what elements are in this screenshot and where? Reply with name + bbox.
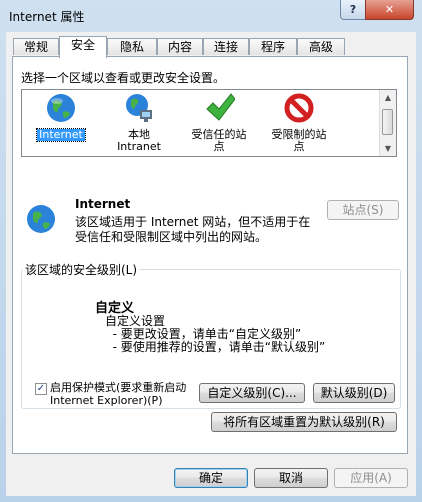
zone-name: Internet — [75, 197, 131, 211]
zone-select-prompt: 选择一个区域以查看或更改安全设置。 — [21, 71, 226, 85]
zone-description: 该区域适用于 Internet 网站，但不适用于在 受信任和受限制区域中列出的网… — [75, 215, 311, 244]
tab-security[interactable]: 安全 — [59, 36, 107, 58]
zone-item-restricted-sites[interactable]: 受限制的站 点 — [262, 92, 336, 153]
zone-list[interactable]: Internet 本地 Intranet 受信任的站 点 受限制的站 点 ▲ ▼ — [21, 89, 397, 157]
intranet-globe-icon — [126, 94, 152, 122]
zone-label: 受限制的站 点 — [271, 128, 327, 153]
protected-mode-label: 启用保护模式(要求重新启动 Internet Explorer)(P) — [50, 381, 187, 407]
zone-label: 受信任的站 点 — [191, 128, 247, 153]
apply-button[interactable]: 应用(A) — [334, 468, 408, 488]
title-bar: Internet 属性 ? ✕ — [0, 0, 422, 32]
zone-item-internet[interactable]: Internet — [24, 92, 98, 142]
tab-programs[interactable]: 程序 — [249, 38, 297, 55]
green-check-icon — [206, 93, 236, 121]
ok-button[interactable]: 确定 — [174, 468, 248, 488]
tab-connections[interactable]: 连接 — [203, 38, 249, 55]
zone-item-local-intranet[interactable]: 本地 Intranet — [102, 92, 176, 153]
security-level-description: 自定义设置 - 要更改设置，请单击“自定义级别” - 要使用推荐的设置，请单击“… — [105, 314, 326, 354]
globe-icon — [27, 205, 55, 233]
zone-list-scrollbar[interactable]: ▲ ▼ — [379, 90, 396, 156]
zone-label: Internet — [36, 128, 86, 142]
tab-content[interactable]: 内容 — [157, 38, 203, 55]
red-prohibited-icon — [284, 93, 314, 123]
tab-advanced[interactable]: 高级 — [297, 38, 345, 55]
zone-item-trusted-sites[interactable]: 受信任的站 点 — [182, 92, 256, 153]
reset-all-zones-button[interactable]: 将所有区域重置为默认级别(R) — [211, 412, 397, 432]
scroll-down-arrow-icon[interactable]: ▼ — [380, 141, 396, 156]
scroll-up-arrow-icon[interactable]: ▲ — [380, 90, 396, 105]
dialog-client-area: 常规 安全 隐私 内容 连接 程序 高级 选择一个区域以查看或更改安全设置。 I… — [6, 32, 416, 496]
custom-level-button[interactable]: 自定义级别(C)... — [199, 383, 305, 403]
security-level-group-title: 该区域的安全级别(L) — [23, 261, 140, 278]
sites-button[interactable]: 站点(S) — [327, 200, 399, 220]
protected-mode-checkbox[interactable]: ✓ — [35, 383, 47, 395]
security-tab-panel: 选择一个区域以查看或更改安全设置。 Internet 本地 Intranet 受… — [12, 56, 408, 454]
scroll-thumb[interactable] — [382, 109, 393, 135]
close-button[interactable]: ✕ — [365, 0, 414, 20]
zone-label: 本地 Intranet — [117, 128, 161, 153]
default-level-button[interactable]: 默认级别(D) — [313, 383, 395, 403]
help-button[interactable]: ? — [340, 0, 366, 20]
window-title: Internet 属性 — [9, 10, 85, 24]
tab-privacy[interactable]: 隐私 — [107, 38, 157, 55]
tab-general[interactable]: 常规 — [13, 38, 59, 55]
cancel-button[interactable]: 取消 — [254, 468, 328, 488]
globe-icon — [47, 94, 75, 122]
